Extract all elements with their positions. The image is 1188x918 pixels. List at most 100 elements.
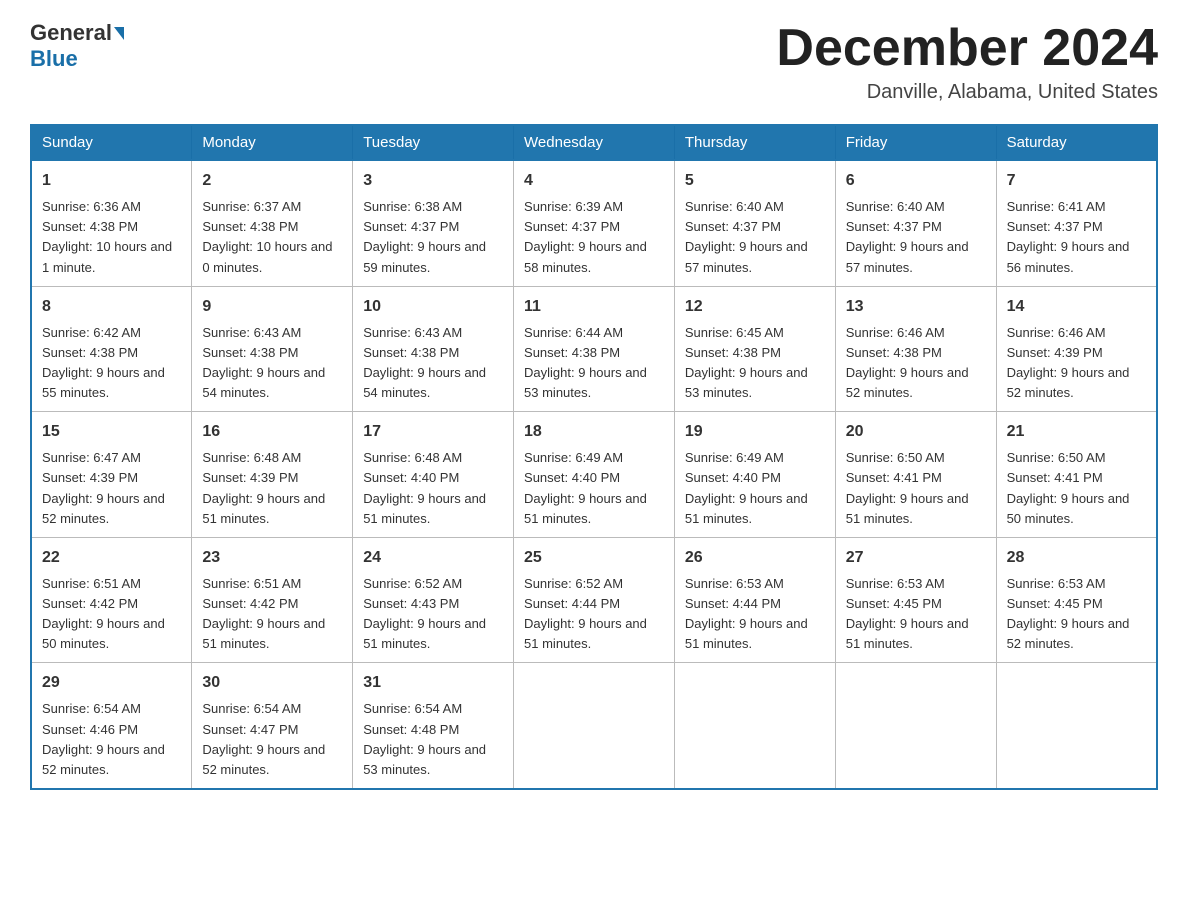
- day-number: 12: [685, 295, 825, 319]
- day-cell: [514, 663, 675, 789]
- day-cell: 23 Sunrise: 6:51 AMSunset: 4:42 PMDayligh…: [192, 537, 353, 663]
- day-cell: 28 Sunrise: 6:53 AMSunset: 4:45 PMDayligh…: [996, 537, 1157, 663]
- day-number: 23: [202, 546, 342, 570]
- day-number: 28: [1007, 546, 1146, 570]
- day-cell: 15Sunrise: 6:47 AMSunset: 4:39 PMDayligh…: [31, 412, 192, 538]
- day-cell: 14 Sunrise: 6:46 AMSunset: 4:39 PMDayligh…: [996, 286, 1157, 412]
- day-number: 4: [524, 169, 664, 193]
- week-row-5: 29 Sunrise: 6:54 AMSunset: 4:46 PMDayligh…: [31, 663, 1157, 789]
- calendar-body: 1 Sunrise: 6:36 AMSunset: 4:38 PMDaylight…: [31, 160, 1157, 789]
- day-cell: 11Sunrise: 6:44 AMSunset: 4:38 PMDayligh…: [514, 286, 675, 412]
- day-number: 30: [202, 671, 342, 695]
- day-cell: 18 Sunrise: 6:49 AMSunset: 4:40 PMDayligh…: [514, 412, 675, 538]
- day-info: Sunrise: 6:51 AMSunset: 4:42 PMDaylight:…: [202, 574, 342, 655]
- day-info: Sunrise: 6:38 AMSunset: 4:37 PMDaylight:…: [363, 197, 503, 278]
- day-info: Sunrise: 6:54 AMSunset: 4:48 PMDaylight:…: [363, 699, 503, 780]
- day-info: Sunrise: 6:40 AMSunset: 4:37 PMDaylight:…: [685, 197, 825, 278]
- day-cell: 8Sunrise: 6:42 AMSunset: 4:38 PMDaylight…: [31, 286, 192, 412]
- day-number: 25: [524, 546, 664, 570]
- day-cell: 7Sunrise: 6:41 AMSunset: 4:37 PMDaylight…: [996, 160, 1157, 286]
- day-info: Sunrise: 6:49 AMSunset: 4:40 PMDaylight:…: [524, 448, 664, 529]
- day-cell: 20Sunrise: 6:50 AMSunset: 4:41 PMDayligh…: [835, 412, 996, 538]
- day-cell: 21 Sunrise: 6:50 AMSunset: 4:41 PMDayligh…: [996, 412, 1157, 538]
- day-number: 6: [846, 169, 986, 193]
- day-info: Sunrise: 6:44 AMSunset: 4:38 PMDaylight:…: [524, 323, 664, 404]
- logo-text: General: [30, 20, 124, 46]
- week-row-4: 22Sunrise: 6:51 AMSunset: 4:42 PMDayligh…: [31, 537, 1157, 663]
- day-number: 1: [42, 169, 181, 193]
- day-cell: 16 Sunrise: 6:48 AMSunset: 4:39 PMDayligh…: [192, 412, 353, 538]
- day-cell: [835, 663, 996, 789]
- day-info: Sunrise: 6:49 AMSunset: 4:40 PMDaylight:…: [685, 448, 825, 529]
- day-cell: 6Sunrise: 6:40 AMSunset: 4:37 PMDaylight…: [835, 160, 996, 286]
- day-cell: 5 Sunrise: 6:40 AMSunset: 4:37 PMDaylight…: [674, 160, 835, 286]
- header-monday: Monday: [192, 125, 353, 160]
- calendar-header: SundayMondayTuesdayWednesdayThursdayFrid…: [31, 125, 1157, 160]
- title-area: December 2024 Danville, Alabama, United …: [776, 20, 1158, 104]
- day-info: Sunrise: 6:48 AMSunset: 4:39 PMDaylight:…: [202, 448, 342, 529]
- day-info: Sunrise: 6:43 AMSunset: 4:38 PMDaylight:…: [363, 323, 503, 404]
- day-number: 18: [524, 420, 664, 444]
- day-number: 8: [42, 295, 181, 319]
- day-cell: 29 Sunrise: 6:54 AMSunset: 4:46 PMDayligh…: [31, 663, 192, 789]
- day-info: Sunrise: 6:48 AMSunset: 4:40 PMDaylight:…: [363, 448, 503, 529]
- day-cell: 9 Sunrise: 6:43 AMSunset: 4:38 PMDaylight…: [192, 286, 353, 412]
- day-cell: 26 Sunrise: 6:53 AMSunset: 4:44 PMDayligh…: [674, 537, 835, 663]
- day-number: 17: [363, 420, 503, 444]
- week-row-3: 15Sunrise: 6:47 AMSunset: 4:39 PMDayligh…: [31, 412, 1157, 538]
- day-cell: 17 Sunrise: 6:48 AMSunset: 4:40 PMDayligh…: [353, 412, 514, 538]
- day-cell: 4 Sunrise: 6:39 AMSunset: 4:37 PMDaylight…: [514, 160, 675, 286]
- day-info: Sunrise: 6:52 AMSunset: 4:43 PMDaylight:…: [363, 574, 503, 655]
- header-thursday: Thursday: [674, 125, 835, 160]
- day-number: 27: [846, 546, 986, 570]
- day-cell: 13 Sunrise: 6:46 AMSunset: 4:38 PMDayligh…: [835, 286, 996, 412]
- day-number: 13: [846, 295, 986, 319]
- day-info: Sunrise: 6:46 AMSunset: 4:39 PMDaylight:…: [1007, 323, 1146, 404]
- header-row: SundayMondayTuesdayWednesdayThursdayFrid…: [31, 125, 1157, 160]
- day-cell: 25 Sunrise: 6:52 AMSunset: 4:44 PMDayligh…: [514, 537, 675, 663]
- logo-blue: Blue: [30, 46, 78, 72]
- day-number: 21: [1007, 420, 1146, 444]
- day-cell: 19 Sunrise: 6:49 AMSunset: 4:40 PMDayligh…: [674, 412, 835, 538]
- day-info: Sunrise: 6:51 AMSunset: 4:42 PMDaylight:…: [42, 574, 181, 655]
- day-number: 31: [363, 671, 503, 695]
- day-info: Sunrise: 6:43 AMSunset: 4:38 PMDaylight:…: [202, 323, 342, 404]
- day-cell: 12Sunrise: 6:45 AMSunset: 4:38 PMDayligh…: [674, 286, 835, 412]
- day-number: 9: [202, 295, 342, 319]
- day-number: 3: [363, 169, 503, 193]
- month-title: December 2024: [776, 20, 1158, 77]
- day-cell: [674, 663, 835, 789]
- day-info: Sunrise: 6:41 AMSunset: 4:37 PMDaylight:…: [1007, 197, 1146, 278]
- logo-general: General: [30, 20, 112, 46]
- day-number: 16: [202, 420, 342, 444]
- day-cell: 10 Sunrise: 6:43 AMSunset: 4:38 PMDayligh…: [353, 286, 514, 412]
- page-header: General Blue December 2024 Danville, Ala…: [30, 20, 1158, 104]
- day-number: 24: [363, 546, 503, 570]
- header-sunday: Sunday: [31, 125, 192, 160]
- day-cell: 31 Sunrise: 6:54 AMSunset: 4:48 PMDayligh…: [353, 663, 514, 789]
- day-number: 5: [685, 169, 825, 193]
- day-info: Sunrise: 6:46 AMSunset: 4:38 PMDaylight:…: [846, 323, 986, 404]
- day-info: Sunrise: 6:47 AMSunset: 4:39 PMDaylight:…: [42, 448, 181, 529]
- logo-arrow-icon: [114, 27, 124, 40]
- day-info: Sunrise: 6:53 AMSunset: 4:44 PMDaylight:…: [685, 574, 825, 655]
- day-number: 29: [42, 671, 181, 695]
- day-cell: 30Sunrise: 6:54 AMSunset: 4:47 PMDayligh…: [192, 663, 353, 789]
- day-number: 14: [1007, 295, 1146, 319]
- day-info: Sunrise: 6:52 AMSunset: 4:44 PMDaylight:…: [524, 574, 664, 655]
- day-cell: 2Sunrise: 6:37 AMSunset: 4:38 PMDaylight…: [192, 160, 353, 286]
- day-info: Sunrise: 6:54 AMSunset: 4:46 PMDaylight:…: [42, 699, 181, 780]
- day-number: 26: [685, 546, 825, 570]
- day-cell: 1 Sunrise: 6:36 AMSunset: 4:38 PMDaylight…: [31, 160, 192, 286]
- day-info: Sunrise: 6:53 AMSunset: 4:45 PMDaylight:…: [1007, 574, 1146, 655]
- day-number: 2: [202, 169, 342, 193]
- calendar-table: SundayMondayTuesdayWednesdayThursdayFrid…: [30, 124, 1158, 790]
- day-number: 10: [363, 295, 503, 319]
- day-number: 19: [685, 420, 825, 444]
- day-info: Sunrise: 6:39 AMSunset: 4:37 PMDaylight:…: [524, 197, 664, 278]
- day-cell: [996, 663, 1157, 789]
- day-info: Sunrise: 6:50 AMSunset: 4:41 PMDaylight:…: [1007, 448, 1146, 529]
- day-cell: 3 Sunrise: 6:38 AMSunset: 4:37 PMDaylight…: [353, 160, 514, 286]
- day-info: Sunrise: 6:36 AMSunset: 4:38 PMDaylight:…: [42, 197, 181, 278]
- header-wednesday: Wednesday: [514, 125, 675, 160]
